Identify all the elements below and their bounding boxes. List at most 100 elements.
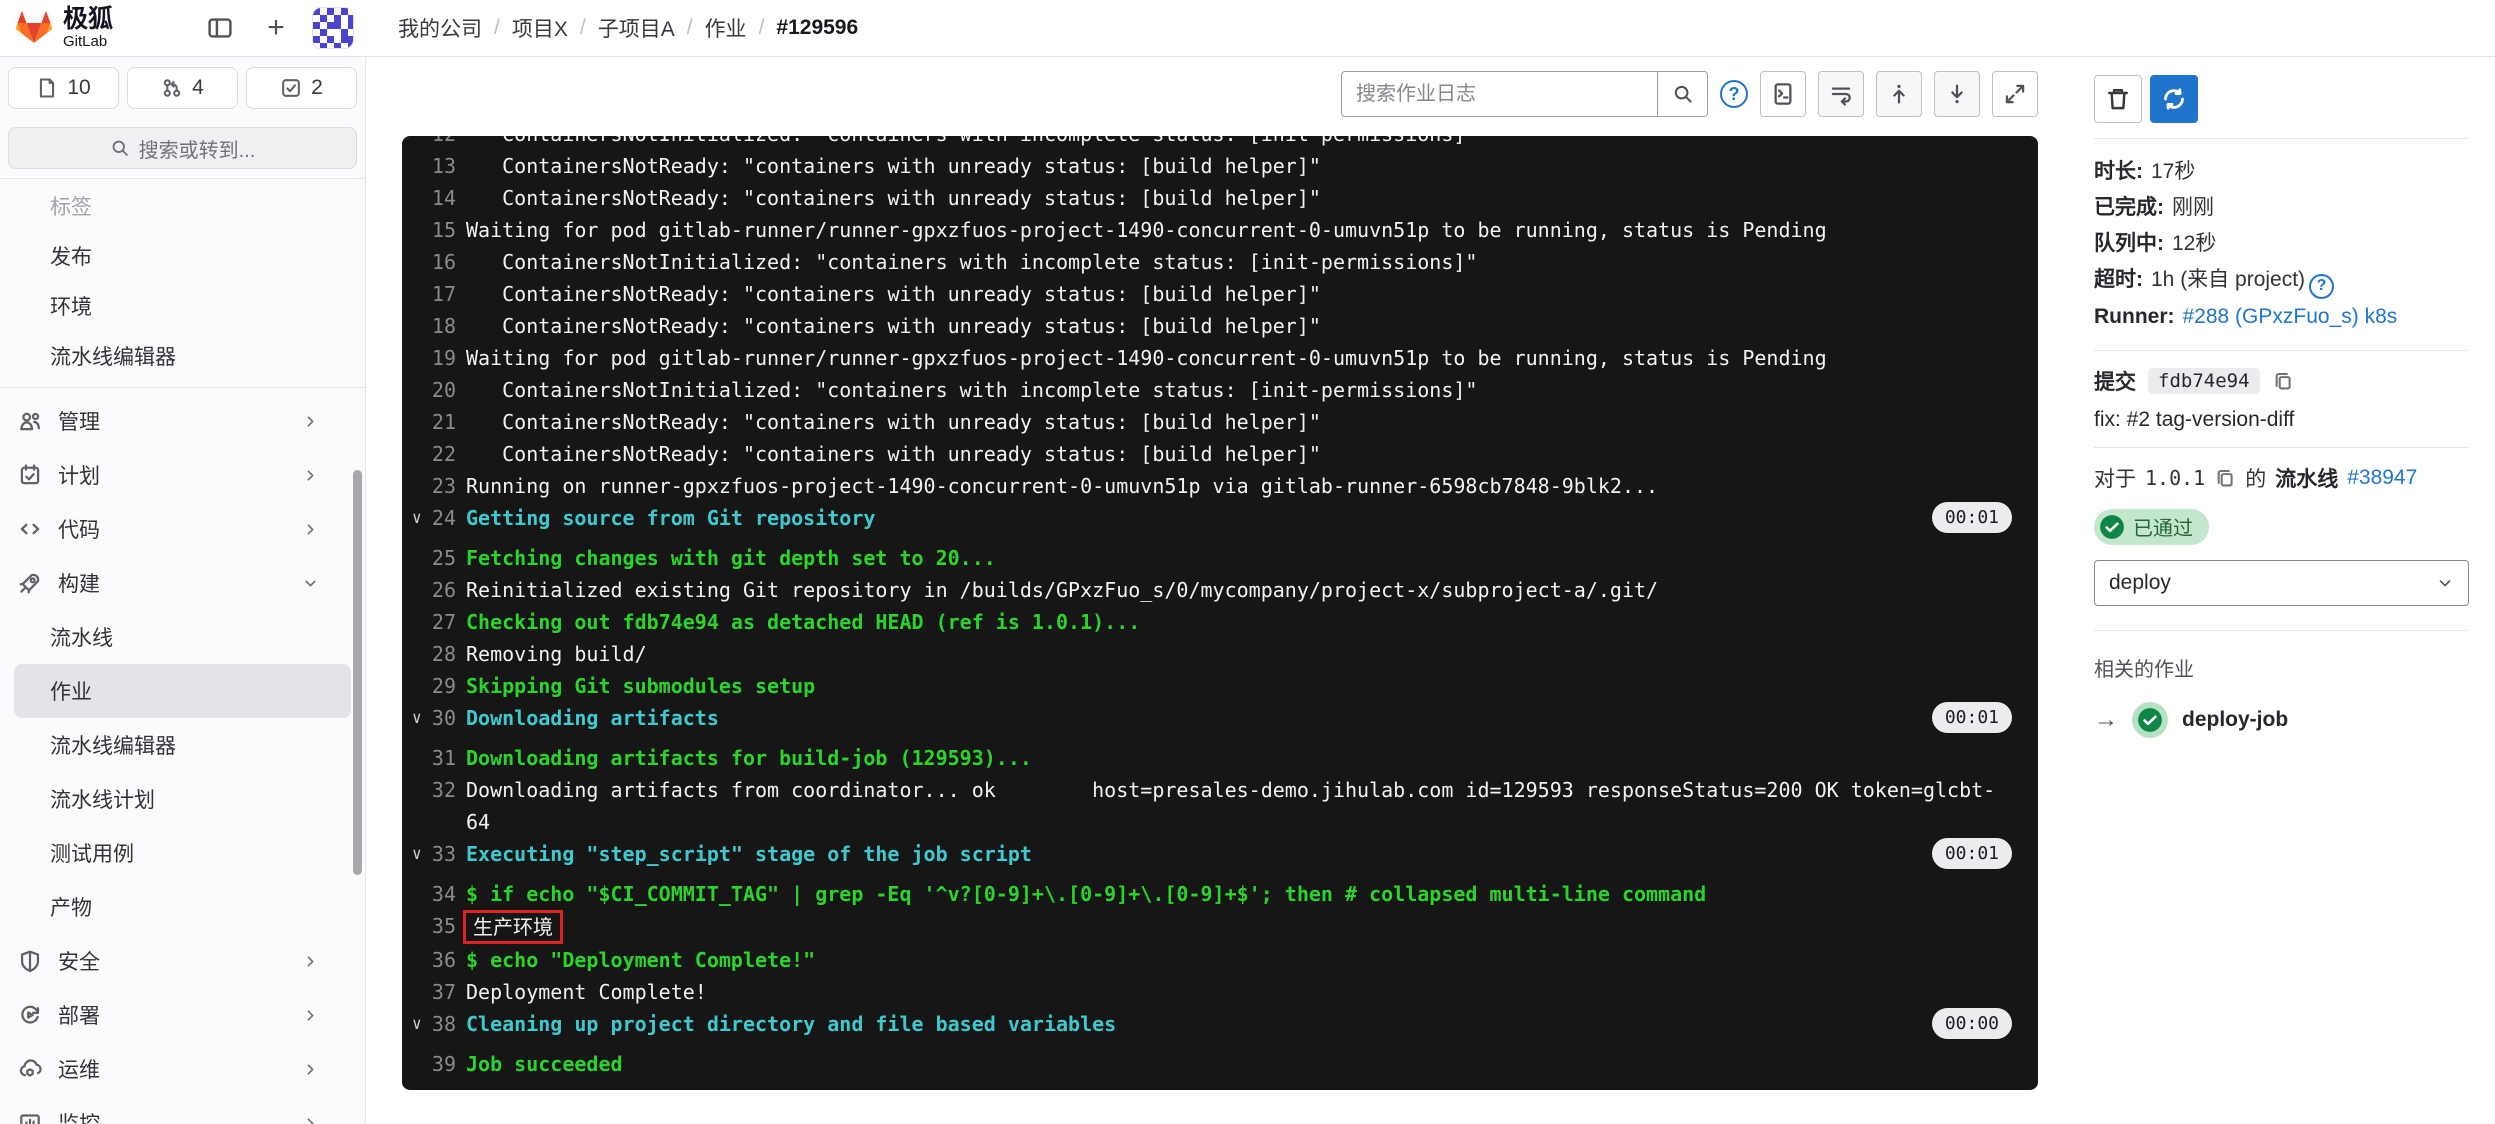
sidebar-build-child-item[interactable]: 产物 xyxy=(14,880,351,934)
arrow-right-icon: → xyxy=(2094,706,2118,734)
log-line-number[interactable]: 32 xyxy=(430,774,456,806)
wrap-lines-button[interactable] xyxy=(1818,71,1864,117)
log-line-number[interactable]: 27 xyxy=(430,606,456,638)
log-line: 36 $ echo "Deployment Complete!" xyxy=(402,944,2038,976)
sidebar-section-manage[interactable]: 管理 xyxy=(0,394,365,448)
log-line-number[interactable]: 28 xyxy=(430,638,456,670)
copy-ref-button[interactable] xyxy=(2214,467,2236,489)
log-line-number[interactable]: 29 xyxy=(430,670,456,702)
timeout-help-icon[interactable]: ? xyxy=(2309,274,2334,299)
create-new-button[interactable]: + xyxy=(256,8,296,48)
sidebar-build-child-item[interactable]: 作业 xyxy=(14,664,351,718)
sidebar-build-child-item[interactable]: 流水线编辑器 xyxy=(14,718,351,772)
sidebar-build-child-item[interactable]: 测试用例 xyxy=(14,826,351,880)
section-collapse-icon[interactable]: ∨ xyxy=(412,502,430,534)
merge-request-icon xyxy=(161,77,183,99)
breadcrumb-link-project[interactable]: 项目X xyxy=(512,13,568,43)
log-line-number[interactable]: 18 xyxy=(430,310,456,342)
log-line-number[interactable]: 38 xyxy=(430,1008,456,1040)
log-search-input[interactable] xyxy=(1342,72,1657,116)
plus-icon: + xyxy=(267,11,285,45)
log-line-number[interactable]: 22 xyxy=(430,438,456,470)
sidebar-section-security[interactable]: 安全 xyxy=(0,934,365,988)
runner-link[interactable]: #288 (GPxzFuo_s) k8s xyxy=(2183,305,2398,328)
log-line-number[interactable]: 39 xyxy=(430,1048,456,1080)
log-line-body: Getting source from Git repository xyxy=(466,506,875,530)
sidebar-item-tags[interactable]: 标签 xyxy=(14,181,351,231)
finished-label: 已完成: xyxy=(2094,196,2164,219)
sidebar-section-code[interactable]: 代码 xyxy=(0,502,365,556)
sidebar-section-monitor[interactable]: 监控 xyxy=(0,1096,365,1124)
log-line-number[interactable]: 26 xyxy=(430,574,456,606)
related-job-name[interactable]: deploy-job xyxy=(2182,708,2288,732)
log-line-number[interactable]: 13 xyxy=(430,150,456,182)
erase-log-button[interactable] xyxy=(2094,75,2142,123)
scroll-to-bottom-button[interactable] xyxy=(1934,71,1980,117)
job-log-toolbar: ? xyxy=(402,66,2038,122)
log-line-number[interactable]: 20 xyxy=(430,374,456,406)
show-raw-log-button[interactable] xyxy=(1760,71,1806,117)
fullscreen-button[interactable] xyxy=(1992,71,2038,117)
log-line-number[interactable]: 35 xyxy=(430,910,456,942)
log-line-number[interactable]: 37 xyxy=(430,976,456,1008)
sidebar-section-plan[interactable]: 计划 xyxy=(0,448,365,502)
gitlab-logo[interactable]: 极狐 GitLab xyxy=(14,7,113,49)
pipeline-id-link[interactable]: #38947 xyxy=(2347,466,2417,490)
log-line-number[interactable]: 21 xyxy=(430,406,456,438)
log-line-number[interactable]: 14 xyxy=(430,182,456,214)
todos-count-button[interactable]: 2 xyxy=(246,67,357,109)
avatar[interactable] xyxy=(312,7,354,49)
log-line-text: Skipping Git submodules setup xyxy=(466,670,815,702)
log-line-number[interactable]: 25 xyxy=(430,542,456,574)
sidebar-build-child-item[interactable]: 流水线计划 xyxy=(14,772,351,826)
top-bar: 极狐 GitLab + xyxy=(0,0,2495,57)
commit-sha-chip[interactable]: fdb74e94 xyxy=(2148,368,2260,394)
sidebar-section-label: 部署 xyxy=(58,1000,286,1030)
sidebar-section-label: 计划 xyxy=(58,460,286,490)
sidebar-section-build[interactable]: 构建 xyxy=(0,556,365,610)
log-line-number[interactable]: 19 xyxy=(430,342,456,374)
sidebar-pinned-item[interactable]: 环境 xyxy=(14,281,351,331)
breadcrumb-link-group[interactable]: 我的公司 xyxy=(398,13,482,43)
todos-count: 2 xyxy=(311,76,323,100)
log-search-submit-button[interactable] xyxy=(1657,72,1707,116)
sidebar-item-label: 发布 xyxy=(50,241,92,271)
issues-count-button[interactable]: 10 xyxy=(8,67,119,109)
breadcrumb-link-subproject[interactable]: 子项目A xyxy=(598,13,675,43)
log-line-number[interactable]: 30 xyxy=(430,702,456,734)
log-line-number[interactable]: 24 xyxy=(430,502,456,534)
sidebar-toggle-icon xyxy=(207,15,233,41)
divider xyxy=(2094,138,2469,139)
copy-commit-sha-button[interactable] xyxy=(2272,370,2294,392)
sidebar-build-child-item[interactable]: 流水线 xyxy=(14,610,351,664)
sidebar-search-button[interactable]: 搜索或转到... xyxy=(8,127,357,169)
section-collapse-icon[interactable]: ∨ xyxy=(412,702,430,734)
scroll-to-top-button[interactable] xyxy=(1876,71,1922,117)
log-line-number[interactable]: 15 xyxy=(430,214,456,246)
log-line-number[interactable]: 23 xyxy=(430,470,456,502)
log-line-text: ContainersNotReady: "containers with unr… xyxy=(466,438,1321,470)
retry-job-button[interactable] xyxy=(2150,75,2198,123)
stage-dropdown[interactable]: deploy xyxy=(2094,560,2469,606)
section-collapse-icon[interactable]: ∨ xyxy=(412,838,430,870)
sidebar-scrollbar-thumb[interactable] xyxy=(353,470,362,875)
sidebar-section-deploy[interactable]: 部署 xyxy=(0,988,365,1042)
log-line-body: Removing build/ xyxy=(466,642,647,666)
section-collapse-icon[interactable]: ∨ xyxy=(412,1008,430,1040)
log-line-number[interactable]: 34 xyxy=(430,878,456,910)
log-line-number[interactable]: 31 xyxy=(430,742,456,774)
log-line-number[interactable]: 12 xyxy=(430,136,456,150)
sidebar-divider xyxy=(0,387,365,388)
log-line-number[interactable]: 17 xyxy=(430,278,456,310)
sidebar-pinned-item[interactable]: 发布 xyxy=(14,231,351,281)
log-line-number[interactable]: 36 xyxy=(430,944,456,976)
merge-requests-count-button[interactable]: 4 xyxy=(127,67,238,109)
log-line-number[interactable]: 16 xyxy=(430,246,456,278)
sidebar-section-operate[interactable]: 运维 xyxy=(0,1042,365,1096)
search-help-icon[interactable]: ? xyxy=(1720,80,1748,108)
sidebar-toggle-button[interactable] xyxy=(200,8,240,48)
breadcrumb-link-jobs[interactable]: 作业 xyxy=(705,13,747,43)
log-line-number[interactable]: 33 xyxy=(430,838,456,870)
log-line: 18 ContainersNotReady: "containers with … xyxy=(402,310,2038,342)
sidebar-pinned-item[interactable]: 流水线编辑器 xyxy=(14,331,351,381)
